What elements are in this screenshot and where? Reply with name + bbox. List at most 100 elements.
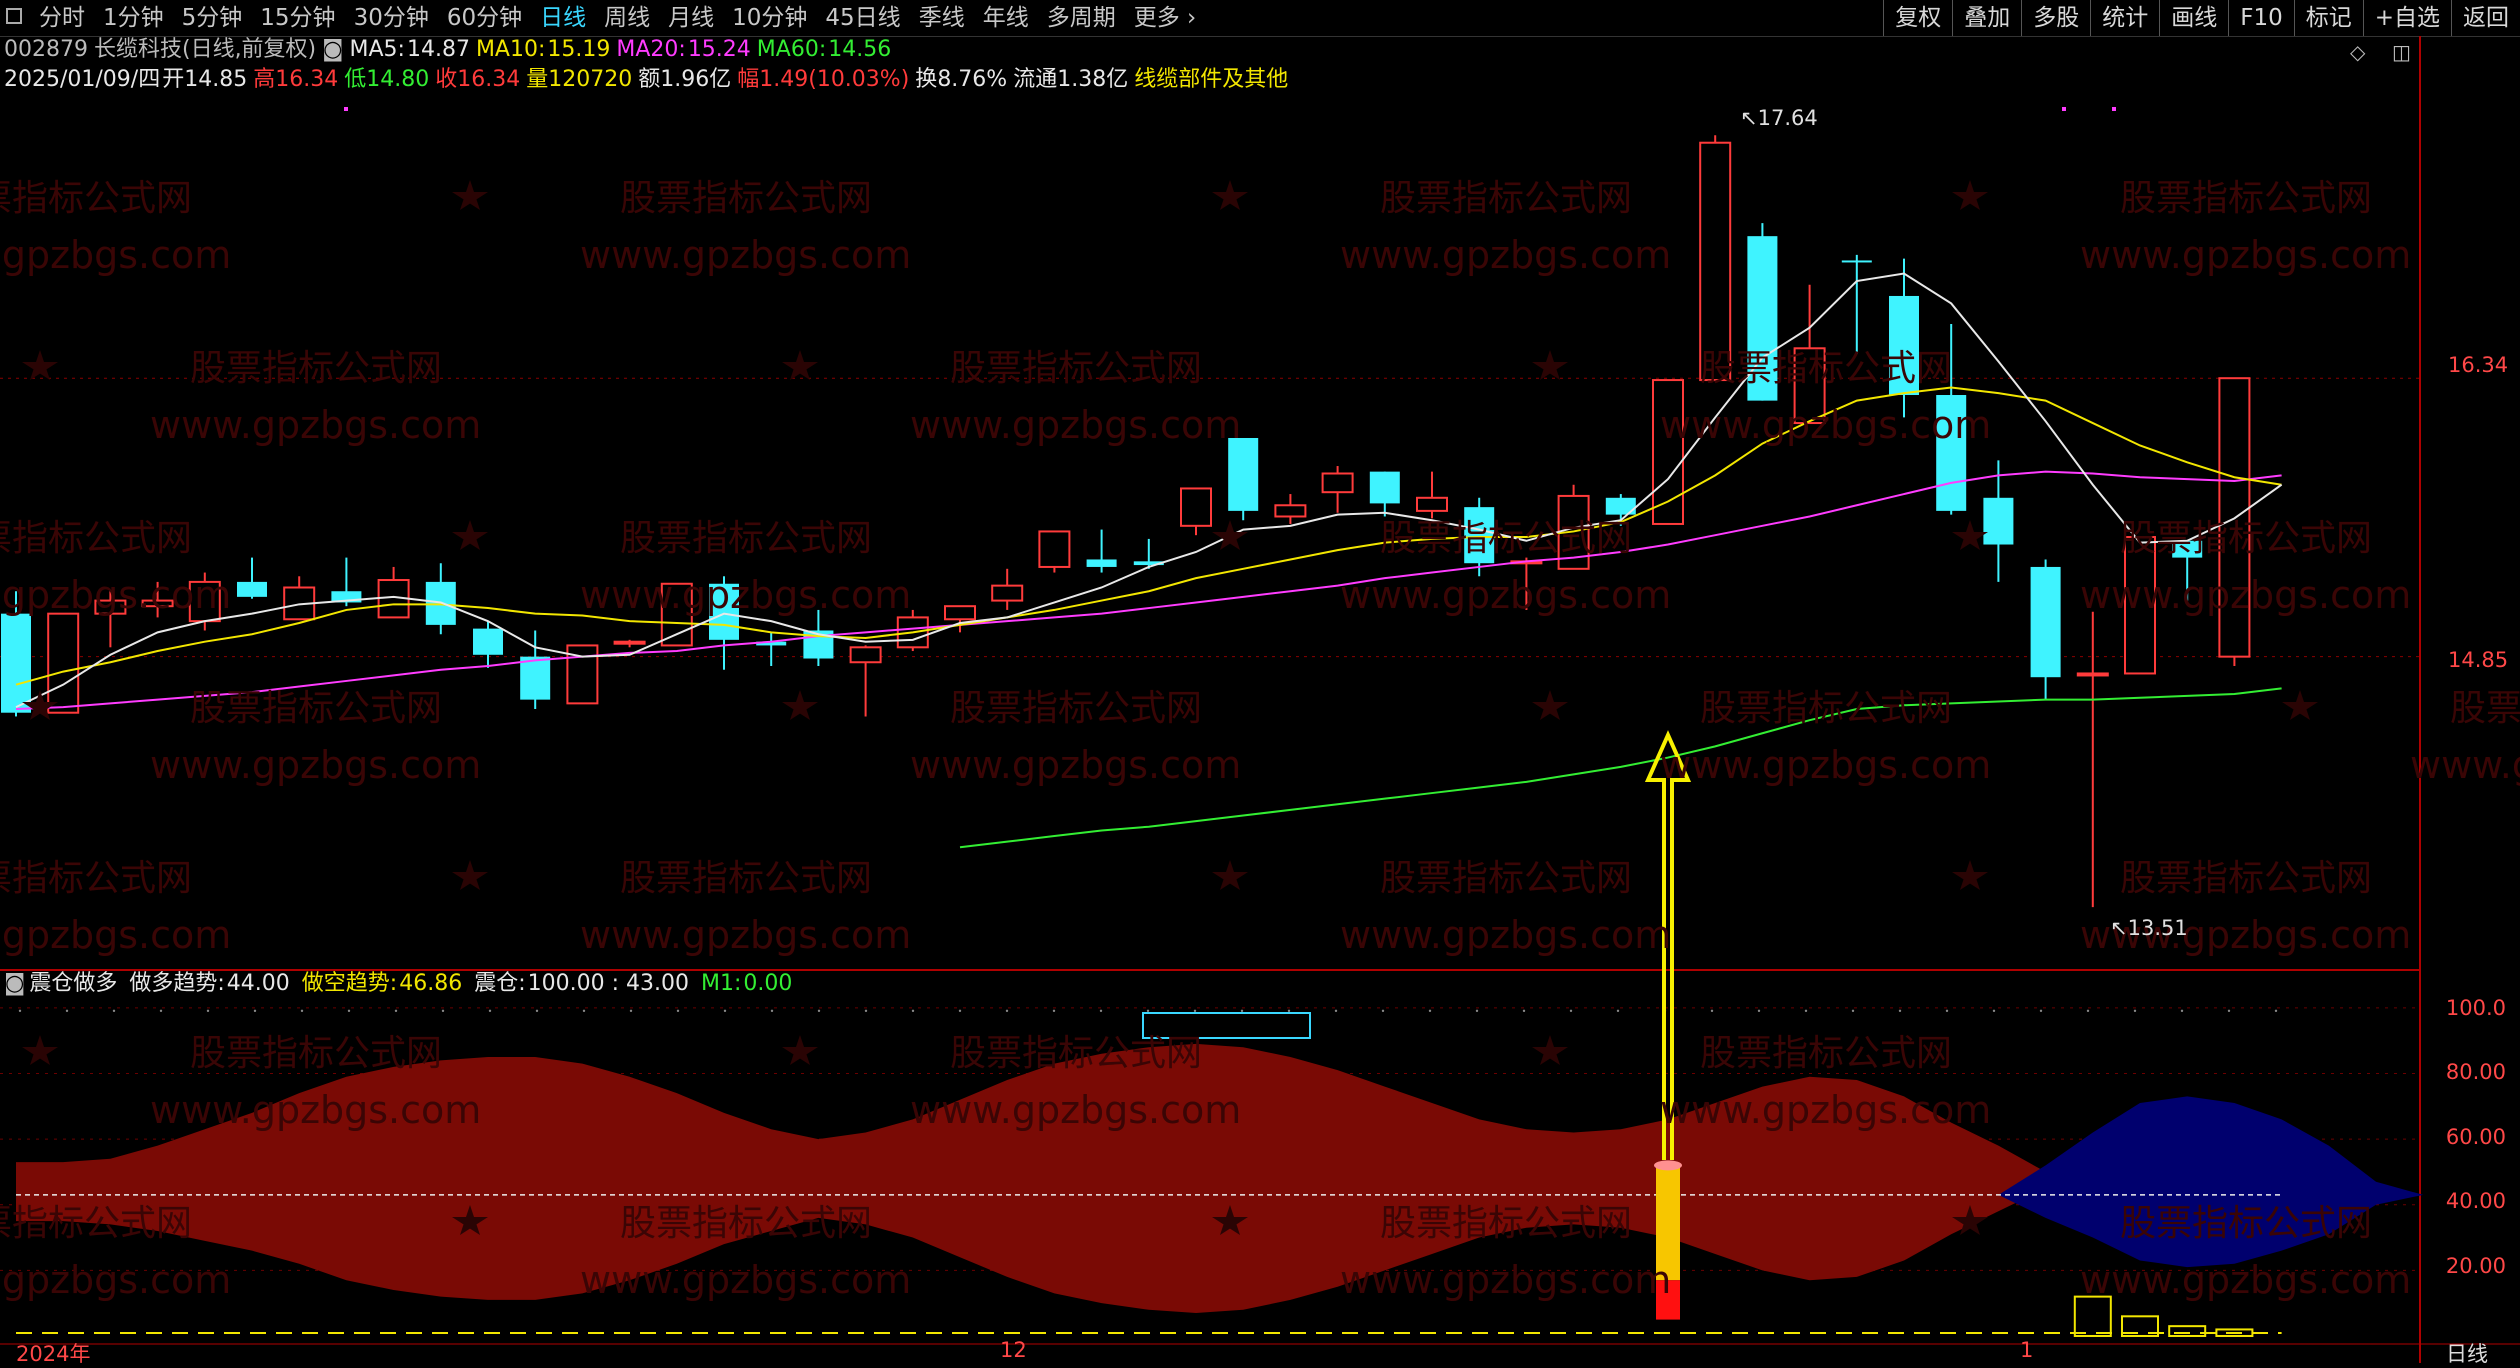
watermark-url: www.gpzbgs.com xyxy=(1660,743,1991,787)
period-label: 日线 xyxy=(2446,1342,2488,1366)
watermark-text: 股票指标公式网 xyxy=(1700,688,1952,729)
indicator-yellow-bar xyxy=(2168,1325,2207,1337)
watermark-text: 股票指标公式网 xyxy=(190,348,442,389)
ind-dot xyxy=(1052,1009,1056,1013)
ind-dot xyxy=(2039,1009,2043,1013)
watermark-url: www.gpzbgs.com xyxy=(580,913,911,957)
ind-dot xyxy=(958,1009,962,1013)
short-trend-value: 46.86 xyxy=(399,971,463,996)
watermark-url: www.gpzbgs.com xyxy=(580,233,911,277)
watermark-url: www.gpzbgs.com xyxy=(2080,573,2411,617)
watermark-text: 股票指标公式网 xyxy=(1380,1203,1632,1244)
ind-dot xyxy=(535,1009,539,1013)
low-mark-value: 13.51 xyxy=(2127,916,2188,940)
ind-dot xyxy=(1005,1009,1009,1013)
indicator-red-band xyxy=(16,1043,2282,1314)
short-trend-label: 做空趋势: xyxy=(301,971,398,996)
ind-dot xyxy=(1240,1009,1244,1013)
watermark-url: www.gpzbgs.com xyxy=(1660,1088,1991,1132)
watermark-text: 股票指标公式网 xyxy=(1700,348,1952,389)
watermark-url: www.gpzbgs.com xyxy=(1340,1258,1671,1302)
ind-dot xyxy=(2274,1009,2278,1013)
watermark-url: www.gpzbgs.com xyxy=(2080,1258,2411,1302)
time-axis-year: 2024年 xyxy=(16,1342,91,1366)
ind-dot xyxy=(112,1009,116,1013)
price-axis-high: 16.34 xyxy=(2448,353,2509,377)
watermark-star-icon xyxy=(22,350,58,380)
candle-body-up xyxy=(991,584,1024,602)
ind-dot xyxy=(206,1009,210,1013)
watermark-star-icon xyxy=(1212,180,1248,210)
indicator-yellow-bar xyxy=(2073,1295,2112,1337)
watermark-text: 股票指标公式网 xyxy=(0,858,192,899)
ind-axis-40: 40.00 xyxy=(2445,1189,2506,1213)
marker-dot xyxy=(2062,107,2066,111)
watermark-text: 股票指标公式网 xyxy=(620,1203,872,1244)
watermark-star-icon xyxy=(1212,520,1248,550)
ind-axis-20: 20.00 xyxy=(2445,1254,2506,1278)
candle-body-up xyxy=(849,646,882,664)
watermark-url: www.gpzbgs.com xyxy=(910,403,1241,447)
watermark-star-icon xyxy=(782,350,818,380)
m1-value: 0.00 xyxy=(743,971,793,996)
ind-dot xyxy=(1099,1009,1103,1013)
candle-body-down xyxy=(1369,471,1400,504)
ind-dot xyxy=(1334,1009,1338,1013)
watermark-text: 股票指标公式网 xyxy=(2450,688,2520,729)
ind-dot xyxy=(300,1009,304,1013)
ind-axis-60: 60.00 xyxy=(2445,1125,2506,1149)
watermark-star-icon xyxy=(1952,520,1988,550)
watermark-url: www.gpzbgs.com xyxy=(1660,403,1991,447)
watermark-star-icon xyxy=(452,860,488,890)
watermark-url: www.gpzbgs.com xyxy=(0,573,231,617)
shake-value: 100.00 : 43.00 xyxy=(527,971,689,996)
watermark-text: 股票指标公式网 xyxy=(0,1203,192,1244)
indicator-toggle-icon[interactable]: ◙ xyxy=(4,971,25,996)
ind-dot xyxy=(1851,1009,1855,1013)
candle-body-down xyxy=(1086,559,1117,567)
watermark-url: www.gpzbgs.com xyxy=(910,743,1241,787)
watermark-text: 股票指标公式网 xyxy=(2120,178,2372,219)
watermark-star-icon xyxy=(782,690,818,720)
ind-dot xyxy=(864,1009,868,1013)
ind-axis-100: 100.0 xyxy=(2445,996,2506,1020)
watermark-text: 股票指标公式网 xyxy=(2120,1203,2372,1244)
watermark-star-icon xyxy=(1952,180,1988,210)
ind-dot xyxy=(1193,1009,1197,1013)
candle-body-down xyxy=(1841,260,1872,263)
watermark-text: 股票指标公式网 xyxy=(620,518,872,559)
watermark-text: 股票指标公式网 xyxy=(2120,858,2372,899)
ind-dot xyxy=(2180,1009,2184,1013)
ind-dot xyxy=(629,1009,633,1013)
ind-dot xyxy=(1522,1009,1526,1013)
ind-dot xyxy=(488,1009,492,1013)
high-mark-value: 17.64 xyxy=(1757,106,1818,130)
candle-body-down xyxy=(237,581,267,597)
watermark-text: 股票指标公式网 xyxy=(950,348,1202,389)
candle-body-down xyxy=(520,656,551,700)
candle-body-down xyxy=(1983,497,2014,545)
watermark-text: 股票指标公式网 xyxy=(190,1033,442,1074)
watermark-star-icon xyxy=(1952,860,1988,890)
watermark-text: 股票指标公式网 xyxy=(950,688,1202,729)
time-axis-jan: 1 xyxy=(2020,1338,2034,1362)
ind-dot xyxy=(770,1009,774,1013)
ind-dot xyxy=(1381,1009,1385,1013)
ind-dot xyxy=(1569,1009,1573,1013)
watermark-url: www.gpzbgs.com xyxy=(1340,233,1671,277)
ind-dot xyxy=(817,1009,821,1013)
indicator-header: ◙ 震仓做多 做多趋势:44.00 做空趋势:46.86 震仓:100.00 : 43.… xyxy=(4,970,798,998)
ind-dot xyxy=(18,1009,22,1013)
watermark-url: www.gpzbgs.com xyxy=(150,1088,481,1132)
watermark-url: www.gpzbgs.com xyxy=(150,403,481,447)
candle-body-up xyxy=(47,612,80,714)
kline-chart-canvas[interactable]: 股票指标公式网 www.gpzbgs.com 股票指标公式网 www.gpzbgs.c… xyxy=(0,0,2520,1363)
candle-body-up xyxy=(1038,530,1071,568)
ind-dot xyxy=(676,1009,680,1013)
watermark-url: www.gpzbgs.com xyxy=(580,1258,911,1302)
ind-dot xyxy=(1428,1009,1432,1013)
ind-dot xyxy=(582,1009,586,1013)
ind-dot xyxy=(1287,1009,1291,1013)
candle-body-up xyxy=(2076,672,2109,677)
watermark-star-icon xyxy=(1532,690,1568,720)
